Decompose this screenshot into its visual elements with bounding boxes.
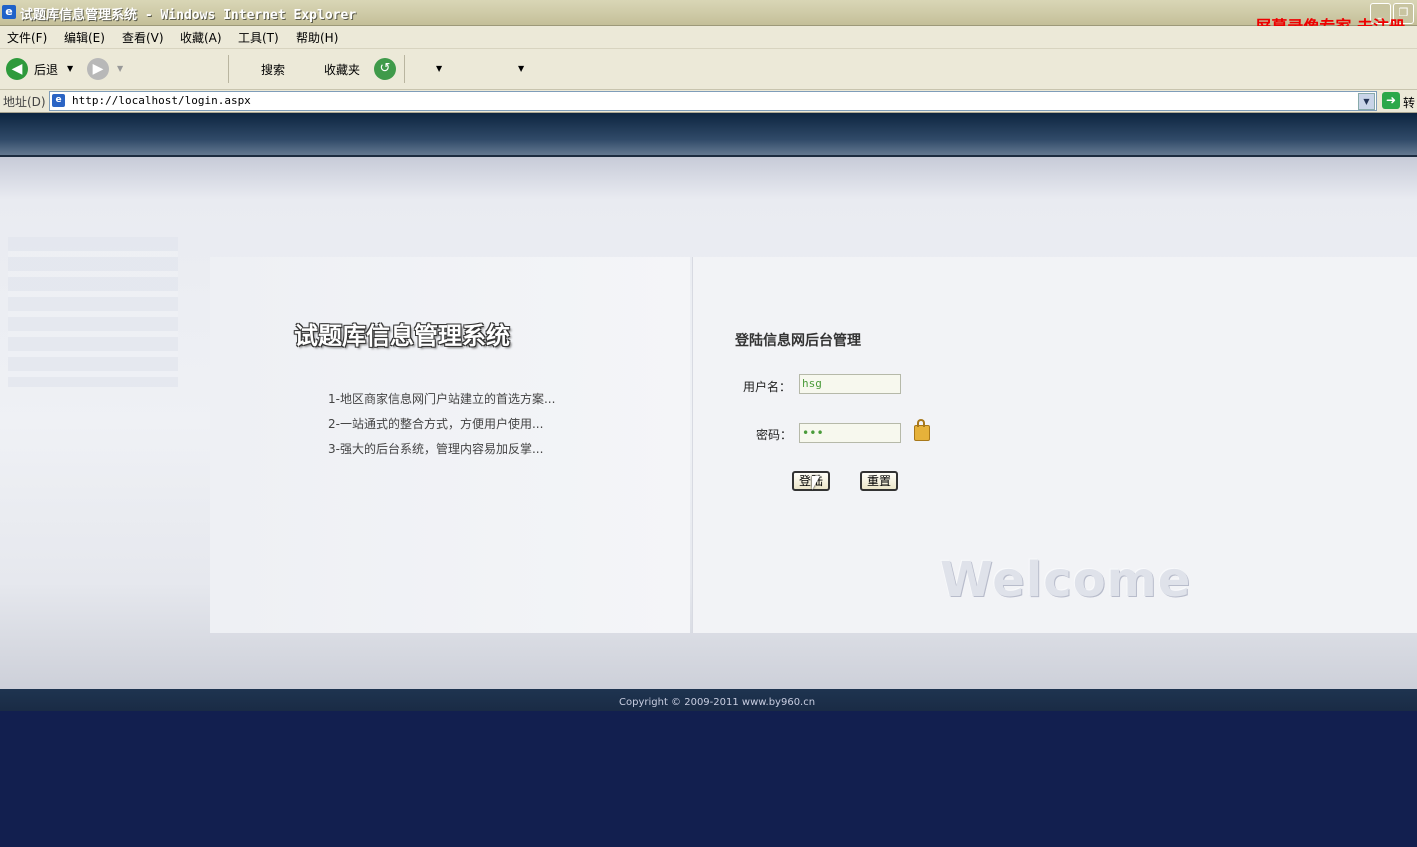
login-area-background bbox=[0, 157, 1417, 689]
menu-tools[interactable]: 工具(T) bbox=[238, 29, 279, 46]
forward-dropdown-icon[interactable]: ▼ bbox=[117, 64, 123, 73]
username-label: 用户名： bbox=[743, 380, 792, 394]
username-input[interactable]: hsg bbox=[799, 374, 901, 394]
login-button[interactable]: 登陆 bbox=[792, 471, 830, 491]
lock-icon bbox=[914, 419, 930, 441]
search-button-label[interactable]: 搜索 bbox=[261, 61, 285, 78]
toolbar-separator bbox=[404, 55, 405, 83]
mouse-pointer-icon bbox=[812, 476, 820, 490]
reset-button[interactable]: 重置 bbox=[860, 471, 898, 491]
go-button-label[interactable]: 转 bbox=[1403, 94, 1415, 111]
address-dropdown-icon[interactable]: ▼ bbox=[1358, 93, 1375, 110]
favorites-button-label[interactable]: 收藏夹 bbox=[324, 61, 360, 78]
toolbar-separator bbox=[228, 55, 229, 83]
system-title: 试题库信息管理系统 bbox=[294, 321, 510, 350]
feature-item: 2-一站通式的整合方式，方便用户使用... bbox=[328, 417, 544, 431]
menu-favorites[interactable]: 收藏(A) bbox=[180, 29, 222, 46]
web-page bbox=[0, 113, 1417, 847]
address-label: 地址(D) bbox=[3, 95, 46, 109]
page-icon: e bbox=[52, 94, 65, 107]
welcome-watermark: Welcome bbox=[940, 552, 1192, 608]
mail-dropdown-icon[interactable]: ▼ bbox=[436, 64, 442, 73]
menu-file[interactable]: 文件(F) bbox=[7, 29, 47, 46]
toolbar: ◀ 后退 ▼ ▶ ▼ ✖ ⟳ ⌂ 🔍︎ 搜索 ★ 收藏夹 ↺ ✉ ▼ W ▼ bbox=[0, 49, 1417, 130]
top-banner bbox=[0, 113, 1417, 157]
ie-icon: e bbox=[2, 5, 16, 19]
feature-item: 1-地区商家信息网门户站建立的首选方案... bbox=[328, 392, 556, 406]
go-arrow-icon[interactable]: ➜ bbox=[1382, 92, 1400, 109]
copyright-text: Copyright © 2009-2011 www.by960.cn bbox=[619, 697, 816, 708]
edit-dropdown-icon[interactable]: ▼ bbox=[518, 64, 524, 73]
menu-bar: 文件(F) 编辑(E) 查看(V) 收藏(A) 工具(T) 帮助(H) bbox=[0, 26, 1417, 49]
back-arrow-icon[interactable]: ◀ bbox=[6, 58, 28, 80]
menu-edit[interactable]: 编辑(E) bbox=[64, 29, 105, 46]
window-title-bar: e 试题库信息管理系统 - Windows Internet Explorer … bbox=[0, 0, 1417, 26]
login-title: 登陆信息网后台管理 bbox=[735, 333, 861, 349]
password-input[interactable]: ••• bbox=[799, 423, 901, 443]
forward-arrow-icon[interactable]: ▶ bbox=[87, 58, 109, 80]
window-title: 试题库信息管理系统 - Windows Internet Explorer bbox=[20, 8, 357, 23]
menu-view[interactable]: 查看(V) bbox=[122, 29, 164, 46]
back-button-label[interactable]: 后退 bbox=[34, 61, 58, 78]
menu-help[interactable]: 帮助(H) bbox=[296, 29, 338, 46]
history-icon[interactable]: ↺ bbox=[374, 58, 396, 80]
password-label: 密码： bbox=[756, 428, 793, 442]
back-dropdown-icon[interactable]: ▼ bbox=[67, 64, 73, 73]
feature-item: 3-强大的后台系统，管理内容易加反掌... bbox=[328, 442, 544, 456]
left-decoration bbox=[8, 237, 178, 387]
address-url[interactable]: http://localhost/login.aspx bbox=[72, 94, 251, 107]
